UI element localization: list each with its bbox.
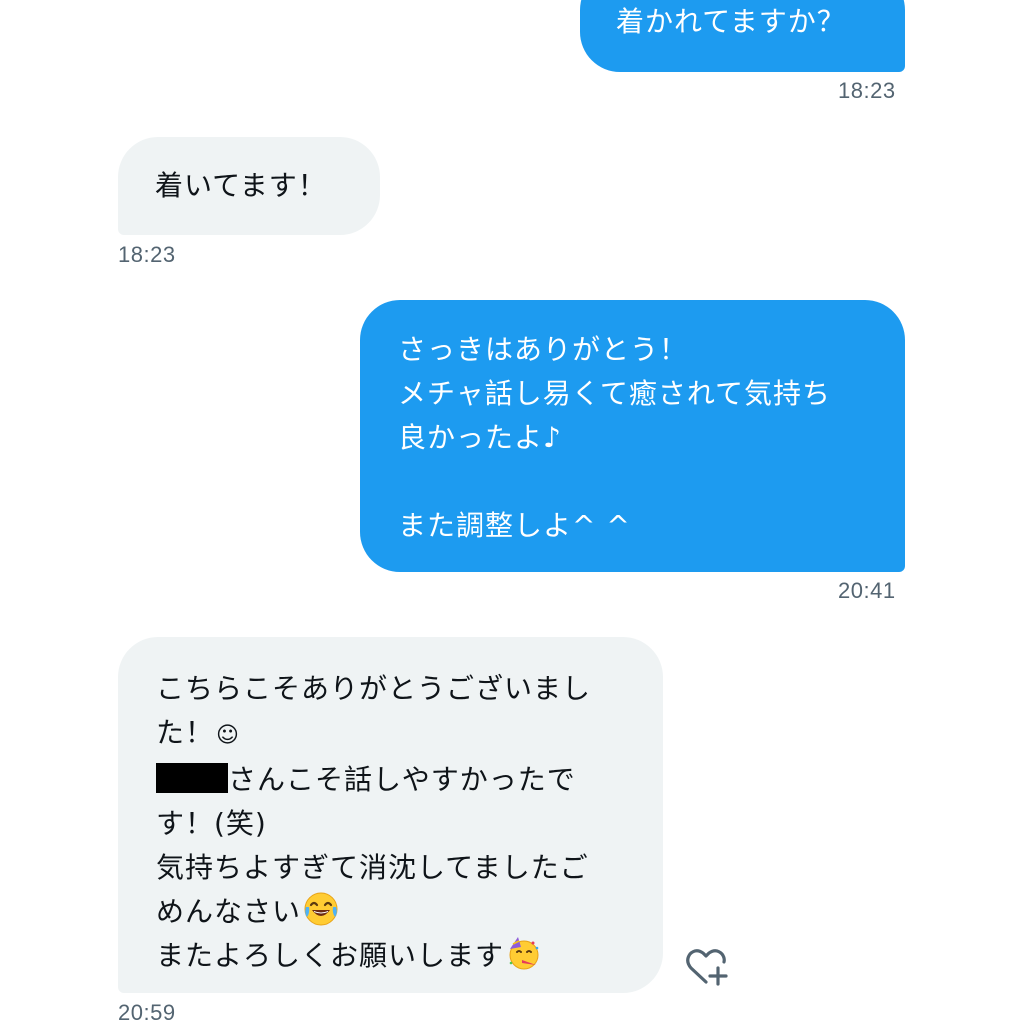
message-timestamp: 20:59 <box>118 1000 176 1025</box>
message-line: さっきはありがとう！ <box>398 333 689 366</box>
heart-plus-icon <box>686 949 728 986</box>
message-timestamp: 18:23 <box>118 242 176 267</box>
partying-face-icon <box>509 937 539 970</box>
message-line: す！(笑) <box>156 807 267 840</box>
message-line-text: さんこそ話しやすかったで <box>228 763 576 796</box>
message-line-text: またよろしくお願いします <box>156 939 505 972</box>
message-line-text: めんなさい <box>156 895 302 928</box>
message-text: 着かれてますか？ <box>616 5 846 38</box>
outgoing-message-bubble[interactable]: さっきはありがとう！ メチャ話し易くて癒されて気持ち 良かったよ♪ また調整しよ… <box>360 300 905 572</box>
message-timestamp: 20:41 <box>838 578 896 603</box>
incoming-message-bubble[interactable]: こちらこそありがとうございまし た！☺ さんこそ話しやすかったで す！(笑) 気… <box>118 637 663 993</box>
message-line: 気持ちよすぎて消沈してましたご <box>156 851 589 884</box>
message-line: た！☺ <box>156 711 663 758</box>
message-text: 着いてます！ <box>155 169 327 202</box>
message-line: 良かったよ♪ <box>398 421 562 454</box>
incoming-message-bubble[interactable]: 着いてます！ <box>118 137 380 235</box>
message-line-text: た！ <box>156 716 215 749</box>
redacted-name-block <box>156 763 228 793</box>
message-line: こちらこそありがとうございまし <box>156 672 592 705</box>
message-line: さんこそ話しやすかったで <box>156 758 663 802</box>
message-timestamp: 18:23 <box>838 78 896 103</box>
outgoing-message-bubble[interactable]: 着かれてますか？ <box>580 0 905 72</box>
message-line: めんなさい <box>156 890 663 934</box>
react-button[interactable] <box>684 944 732 988</box>
message-line: メチャ話し易くて癒されて気持ち <box>398 377 832 410</box>
message-line: またよろしくお願いします <box>156 934 663 978</box>
face-with-tears-of-joy-icon <box>304 892 338 926</box>
smile-icon: ☺ <box>216 723 240 748</box>
message-line: また調整しよ^ ^ <box>398 509 631 542</box>
